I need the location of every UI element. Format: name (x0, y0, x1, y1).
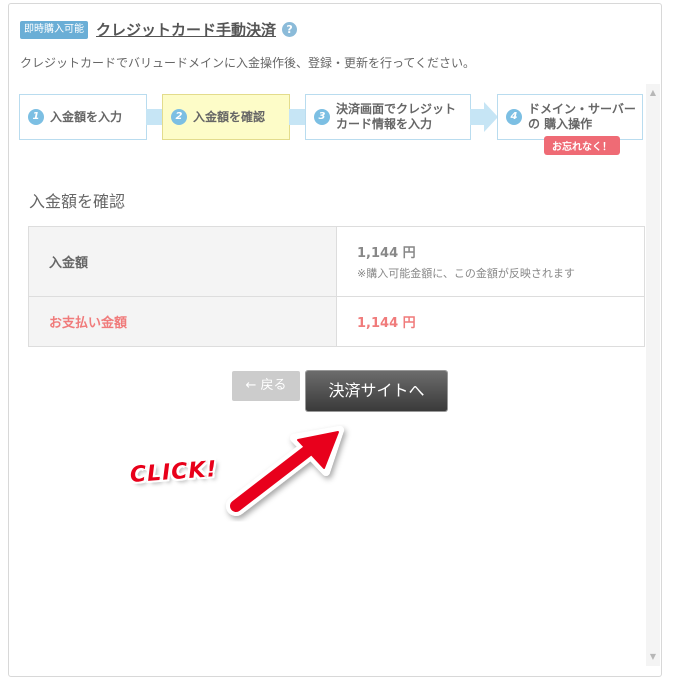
step-label: ドメイン・サーバーの 購入操作 (528, 102, 636, 131)
go-to-payment-site-button[interactable]: 決済サイトへ (306, 371, 447, 411)
vertical-scrollbar[interactable]: ▲ ▼ (646, 84, 660, 666)
description-text: クレジットカードでバリュードメインに入金操作後、登録・更新を行ってください。 (20, 56, 476, 70)
step-number-icon: 3 (314, 109, 330, 125)
question-circle-icon[interactable]: ? (282, 22, 298, 37)
step-connector (470, 109, 484, 125)
step-label: 決済画面でクレジット カード情報を入力 (336, 102, 457, 131)
section-title: 入金額を確認 (29, 192, 126, 211)
dont-forget-badge: お忘れなく！ (544, 136, 620, 155)
amount-table: 入金額 1,144 円 ※購入可能金額に、この金額が反映されます お支払い金額 … (28, 226, 645, 347)
step-4: 4 ドメイン・サーバーの 購入操作 (497, 94, 643, 140)
step-number-icon: 2 (171, 109, 187, 125)
table-row: お支払い金額 1,144 円 (28, 296, 645, 347)
deposit-value: 1,144 円 (357, 246, 416, 261)
deposit-label: 入金額 (28, 226, 337, 297)
step-1: 1 入金額を入力 (19, 94, 147, 140)
step-connector (289, 109, 305, 125)
payment-label: お支払い金額 (28, 296, 337, 347)
step-arrow-icon (484, 102, 498, 132)
instant-purchase-badge: 即時購入可能 (20, 20, 88, 39)
step-label: 入金額を確認 (193, 109, 266, 124)
step-number-icon: 4 (506, 109, 522, 125)
page-title[interactable]: クレジットカード手動決済 (96, 19, 276, 40)
back-button[interactable]: ← 戻る (232, 371, 300, 401)
step-3: 3 決済画面でクレジット カード情報を入力 (305, 94, 471, 140)
payment-value: 1,144 円 (336, 296, 645, 347)
click-annotation: CLICK! (118, 424, 358, 544)
panel-header: 即時購入可能 クレジットカード手動決済 ? (20, 19, 298, 40)
table-row: 入金額 1,144 円 ※購入可能金額に、この金額が反映されます (28, 226, 645, 297)
step-number-icon: 1 (28, 109, 44, 125)
content-scroll-area: 1 入金額を入力 2 入金額を確認 3 決済画面でクレジット カード情報を入力 … (18, 84, 660, 666)
scroll-down-icon[interactable]: ▼ (646, 650, 660, 664)
step-label: 入金額を入力 (50, 109, 123, 124)
step-connector (146, 109, 162, 125)
scroll-up-icon[interactable]: ▲ (646, 86, 660, 100)
deposit-value-cell: 1,144 円 ※購入可能金額に、この金額が反映されます (336, 226, 645, 297)
deposit-note: ※購入可能金額に、この金額が反映されます (357, 267, 575, 280)
payment-panel: 即時購入可能 クレジットカード手動決済 ? クレジットカードでバリュードメインに… (8, 3, 662, 677)
step-2: 2 入金額を確認 (162, 94, 290, 140)
